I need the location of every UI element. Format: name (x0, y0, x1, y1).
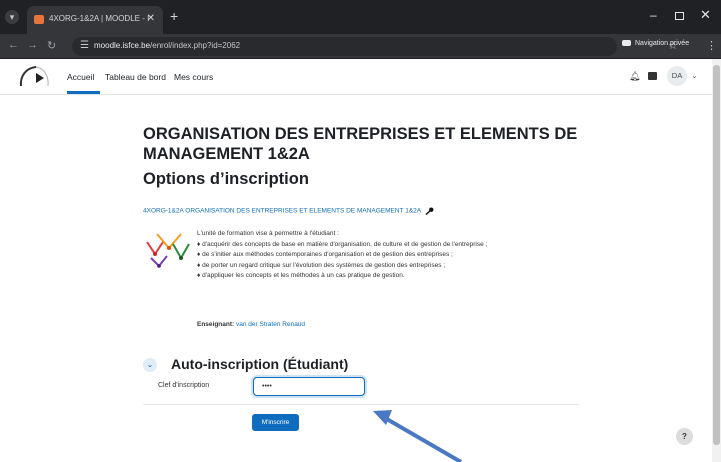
summary-point: d'appliquer les concepts et les méthodes… (197, 271, 587, 282)
course-link[interactable]: 4XORG-1&2A ORGANISATION DES ENTREPRISES … (143, 207, 434, 215)
tab-search-icon[interactable]: ▾ (5, 10, 19, 24)
browser-tab-bar: ▾ 4XORG-1&2A | MOODLE - ISF… ✕ + – ✕ (0, 0, 721, 34)
active-nav-indicator (67, 91, 100, 94)
reload-icon[interactable]: ↻ (47, 39, 56, 52)
nav-home[interactable]: Accueil (67, 72, 94, 82)
site-navbar: Accueil Tableau de bord Mes cours 🔔︎ DA … (0, 59, 712, 95)
teacher-label: Enseignant: (197, 321, 235, 328)
new-tab-icon[interactable]: + (170, 9, 178, 23)
teacher-name-link[interactable]: van der Straten Renaud (236, 321, 305, 328)
form-divider (143, 404, 579, 405)
summary-point: d'acquérir des concepts de base en matiè… (197, 240, 587, 251)
browser-tab[interactable]: 4XORG-1&2A | MOODLE - ISF… ✕ (27, 6, 163, 34)
key-icon (425, 207, 434, 215)
summary-point: de s'initier aux méthodes contemporaines… (197, 250, 587, 261)
messages-icon[interactable] (648, 72, 657, 80)
close-tab-icon[interactable]: ✕ (147, 13, 155, 24)
enrolment-key-input[interactable] (253, 377, 365, 396)
tab-title: 4XORG-1&2A | MOODLE - ISF… (49, 14, 149, 23)
forward-icon[interactable]: → (27, 39, 38, 51)
browser-menu-icon[interactable]: ⋮ (706, 39, 717, 52)
user-menu-chevron-down-icon[interactable]: ⌄ (691, 71, 698, 80)
scrollbar-thumb[interactable] (713, 65, 720, 445)
course-link-text[interactable]: 4XORG-1&2A ORGANISATION DES ENTREPRISES … (143, 208, 421, 215)
maximize-icon[interactable] (675, 12, 684, 20)
section-collapse-chevron-icon[interactable]: ⌄ (143, 358, 157, 372)
user-avatar[interactable]: DA (667, 66, 687, 86)
nav-my-courses[interactable]: Mes cours (174, 72, 213, 82)
site-info-icon[interactable]: ☰ (80, 40, 89, 51)
course-summary: L'unité de formation vise à permettre à … (197, 229, 587, 282)
window-close-icon[interactable]: ✕ (700, 7, 711, 23)
minimize-icon[interactable]: – (650, 8, 657, 22)
summary-point: de porter un regard critique sur l'évolu… (197, 261, 587, 272)
page-scrollbar[interactable] (712, 59, 721, 462)
incognito-label: Navigation privée (635, 40, 690, 47)
course-title: ORGANISATION DES ENTREPRISES ET ELEMENTS… (143, 125, 578, 163)
url-text: moodle.isfce.be/enrol/index.php?id=2062 (94, 41, 241, 50)
course-image (146, 233, 190, 268)
moodle-favicon-icon (34, 15, 44, 24)
back-icon[interactable]: ← (8, 39, 19, 51)
summary-intro: L'unité de formation vise à permettre à … (197, 230, 339, 237)
enrolment-key-label: Clef d'inscription (158, 382, 210, 389)
browser-toolbar: ← → ↻ ☰ moodle.isfce.be/enrol/index.php?… (0, 34, 721, 59)
site-logo[interactable] (18, 64, 52, 92)
help-button[interactable]: ? (676, 428, 693, 445)
enrol-me-button[interactable]: M'inscrire (252, 414, 299, 431)
nav-dashboard[interactable]: Tableau de bord (105, 72, 166, 82)
enrol-section-title: Auto-inscription (Étudiant) (171, 356, 349, 372)
incognito-indicator[interactable]: Navigation privée (622, 40, 694, 55)
teacher-info: Enseignant: van der Straten Renaud (197, 321, 305, 328)
page-heading: Options d’inscription (143, 170, 309, 188)
address-bar[interactable]: ☰ moodle.isfce.be/enrol/index.php?id=206… (72, 37, 678, 56)
notifications-bell-icon[interactable]: 🔔︎ (629, 71, 640, 82)
incognito-icon (622, 40, 631, 47)
